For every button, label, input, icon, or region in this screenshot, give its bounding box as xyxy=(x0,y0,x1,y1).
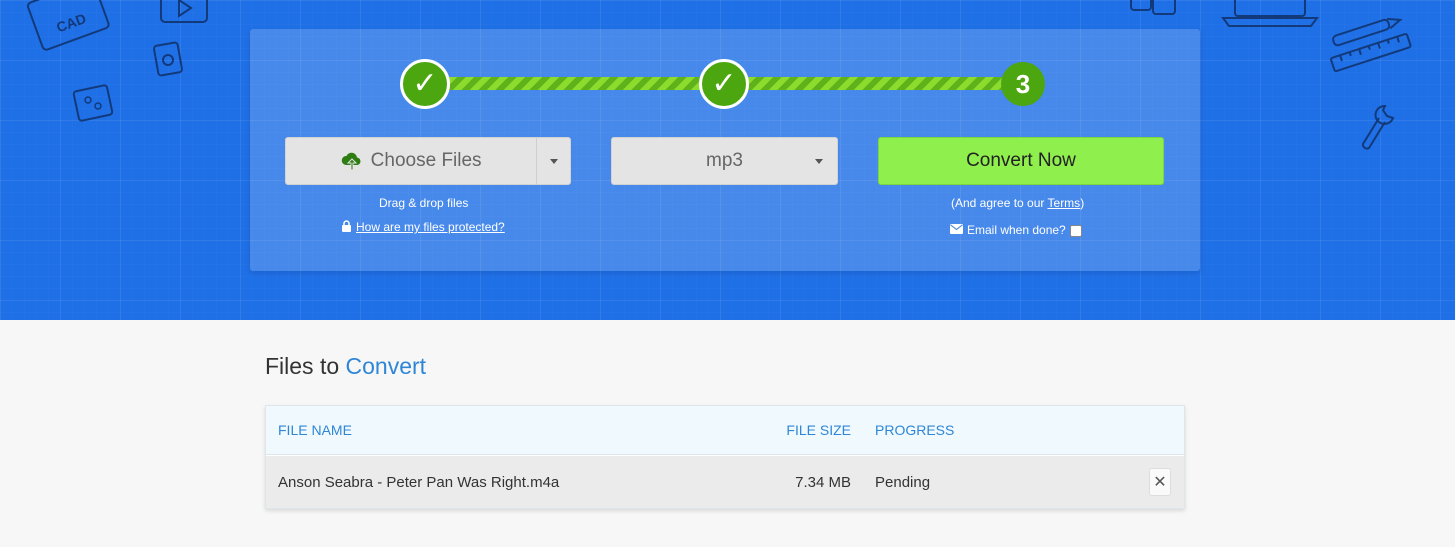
step-3-indicator: 3 xyxy=(1001,62,1045,106)
wrench-doodle-icon xyxy=(1361,104,1395,150)
format-select[interactable]: mp3 xyxy=(611,137,838,185)
document-doodle-icon xyxy=(1130,0,1176,15)
column-header-file-size: FILE SIZE xyxy=(786,422,851,438)
format-selected-value: mp3 xyxy=(706,150,743,171)
email-when-done-label: Email when done? xyxy=(967,223,1066,237)
convert-now-button[interactable]: Convert Now xyxy=(878,137,1164,185)
hero-banner: CAD ✓ ✓ 3 Choose Files Drag & drop files… xyxy=(0,0,1455,320)
chevron-down-icon xyxy=(549,158,558,164)
convert-now-label: Convert Now xyxy=(966,150,1076,171)
envelope-icon xyxy=(950,224,963,234)
video-doodle-icon xyxy=(160,0,208,23)
choose-files-dropdown-toggle[interactable] xyxy=(536,138,570,184)
step-1-indicator: ✓ xyxy=(400,59,450,109)
chevron-down-icon xyxy=(815,159,823,164)
files-title-accent: Convert xyxy=(345,353,427,379)
drag-drop-hint: Drag & drop files xyxy=(379,196,469,210)
terms-link[interactable]: Terms xyxy=(1048,196,1081,210)
column-header-file-name: FILE NAME xyxy=(278,422,352,438)
files-table-header: FILE NAME FILE SIZE PROGRESS xyxy=(266,406,1184,455)
choose-files-button[interactable]: Choose Files xyxy=(285,137,571,185)
step-track-1 xyxy=(449,77,703,90)
table-row: Anson Seabra - Peter Pan Was Right.m4a 7… xyxy=(266,456,1184,508)
file-doodle-icon xyxy=(153,41,183,77)
files-table: FILE NAME FILE SIZE PROGRESS Anson Seabr… xyxy=(265,405,1185,509)
progress-cell: Pending xyxy=(875,473,931,491)
terms-prefix: (And agree to our xyxy=(951,196,1048,210)
terms-suffix: ) xyxy=(1080,196,1085,210)
choose-files-label: Choose Files xyxy=(370,150,482,171)
column-header-progress: PROGRESS xyxy=(875,422,955,438)
files-to-convert-title: Files to Convert xyxy=(265,353,426,380)
step-2-indicator: ✓ xyxy=(699,59,749,109)
cloud-upload-icon xyxy=(341,152,361,171)
step-3-number: 3 xyxy=(1015,69,1031,99)
remove-file-button[interactable]: ✕ xyxy=(1149,468,1171,496)
step-track-2 xyxy=(748,77,1006,90)
file-name-cell: Anson Seabra - Peter Pan Was Right.m4a xyxy=(278,473,560,491)
image-doodle-icon xyxy=(72,84,114,122)
close-icon: ✕ xyxy=(1153,474,1167,491)
cad-doodle-icon: CAD xyxy=(26,0,110,51)
files-protected-link[interactable]: How are my files protected? xyxy=(356,220,505,234)
terms-agreement: (And agree to our Terms) xyxy=(951,196,1084,210)
check-icon: ✓ xyxy=(412,67,438,100)
files-title-prefix: Files to xyxy=(265,353,346,379)
email-when-done-checkbox[interactable] xyxy=(1069,224,1082,237)
file-size-cell: 7.34 MB xyxy=(795,473,851,491)
lock-icon xyxy=(342,220,351,232)
choose-files-main[interactable]: Choose Files xyxy=(286,138,536,184)
ruler-doodle-icon xyxy=(1330,17,1412,73)
svg-text:CAD: CAD xyxy=(54,10,88,35)
email-when-done-row: Email when done? xyxy=(950,223,1082,237)
laptop-doodle-icon xyxy=(1221,0,1319,27)
check-icon: ✓ xyxy=(711,67,737,100)
files-protected-row: How are my files protected? xyxy=(341,220,505,234)
